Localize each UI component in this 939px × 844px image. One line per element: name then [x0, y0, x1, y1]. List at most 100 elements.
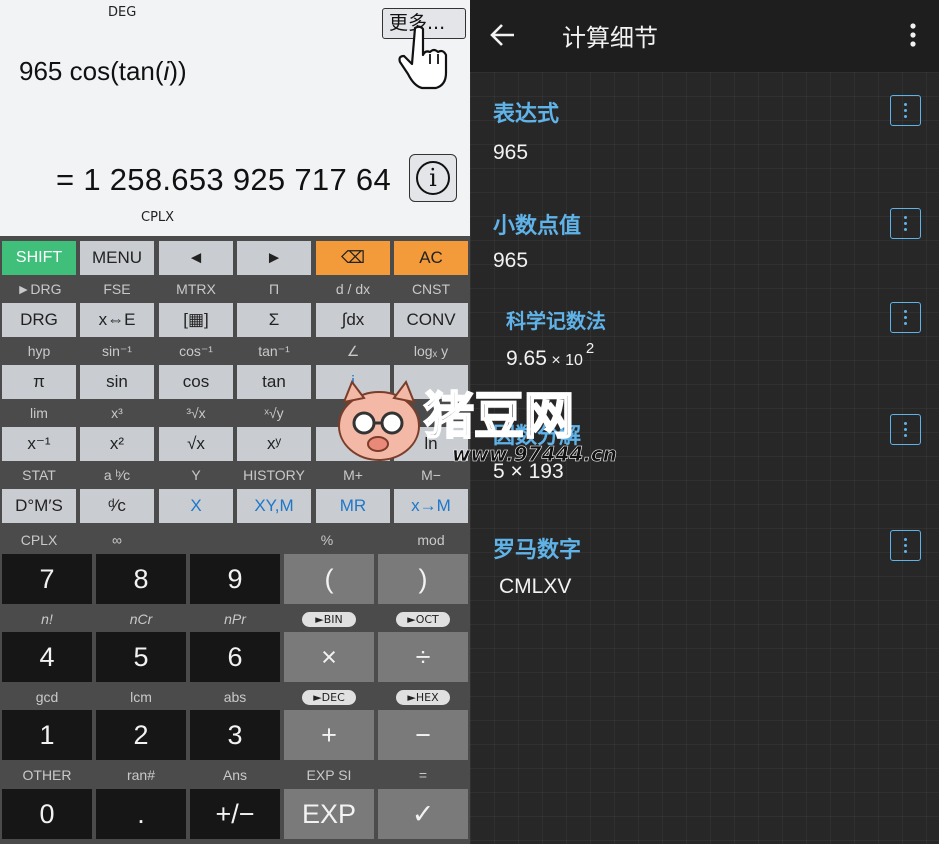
expression-text[interactable]: 965 cos(tan(i)): [19, 56, 187, 87]
key-num1-4[interactable]: ): [378, 554, 468, 604]
shift-label: STAT: [22, 467, 56, 483]
key-row5-3[interactable]: XY,M: [237, 489, 311, 523]
key-row5-4[interactable]: MR: [316, 489, 390, 523]
watermark-brand: 猪豆网: [423, 386, 575, 446]
shift-label: n!: [41, 611, 53, 627]
section-value-scientific: 9.65 × 102: [506, 340, 595, 370]
key-num3-4[interactable]: −: [378, 710, 468, 760]
section-menu-button[interactable]: [890, 414, 921, 445]
shift-label: nPr: [224, 611, 246, 627]
key-num3-2[interactable]: 3: [190, 710, 280, 760]
key-row2-4[interactable]: ∫dx: [316, 303, 390, 337]
section-menu-button[interactable]: [890, 208, 921, 239]
key-row2-1[interactable]: x⇔E: [80, 303, 154, 337]
info-button[interactable]: i: [409, 154, 457, 202]
shift-label: HISTORY: [243, 467, 305, 483]
key-row2-3[interactable]: Σ: [237, 303, 311, 337]
shift-label: OTHER: [22, 767, 72, 783]
key-num1-0[interactable]: 7: [2, 554, 92, 604]
key-num4-4[interactable]: ✓: [378, 789, 468, 839]
shift-label: logₓ y: [413, 343, 449, 359]
shift-label: M+: [343, 467, 363, 483]
key-row4-0[interactable]: x⁻¹: [2, 427, 76, 461]
shift-label: ∞: [112, 532, 122, 548]
key-num4-0[interactable]: 0: [2, 789, 92, 839]
pointing-hand-icon: [398, 25, 448, 90]
key-row3-2[interactable]: cos: [159, 365, 233, 399]
shift-label: CNST: [411, 281, 451, 297]
key-row1-5[interactable]: AC: [394, 241, 468, 275]
shift-label: ►HEX: [396, 690, 450, 705]
shift-label: nCr: [129, 611, 153, 627]
app-bar: 计算细节: [470, 0, 939, 72]
shift-label: ∠: [346, 343, 360, 359]
key-num1-1[interactable]: 8: [96, 554, 186, 604]
key-row3-1[interactable]: sin: [80, 365, 154, 399]
key-row5-5[interactable]: x→M: [394, 489, 468, 523]
section-menu-button[interactable]: [890, 95, 921, 126]
shift-label: ►DEC: [302, 690, 356, 705]
key-row1-1[interactable]: MENU: [80, 241, 154, 275]
section-title-expression: 表达式: [493, 102, 560, 127]
shift-label: EXP SI: [306, 767, 352, 783]
more-options-icon[interactable]: [910, 23, 916, 47]
shift-label: a ᵇ⁄c: [103, 467, 131, 483]
key-num2-0[interactable]: 4: [2, 632, 92, 682]
key-row1-2[interactable]: ◄: [159, 241, 233, 275]
shift-label: ►BIN: [302, 612, 356, 627]
key-num1-3[interactable]: (: [284, 554, 374, 604]
shift-label: cos⁻¹: [179, 343, 213, 359]
section-menu-button[interactable]: [890, 302, 921, 333]
shift-label: ►OCT: [396, 612, 450, 627]
key-row5-2[interactable]: X: [159, 489, 233, 523]
shift-label: M−: [421, 467, 441, 483]
shift-label: ►DRG: [16, 281, 62, 297]
section-menu-button[interactable]: [890, 530, 921, 561]
key-num1-2[interactable]: 9: [190, 554, 280, 604]
key-row2-5[interactable]: CONV: [394, 303, 468, 337]
key-row4-3[interactable]: xʸ: [237, 427, 311, 461]
key-row1-3[interactable]: ►: [237, 241, 311, 275]
key-num4-2[interactable]: +/−: [190, 789, 280, 839]
key-num4-3[interactable]: EXP: [284, 789, 374, 839]
key-num2-4[interactable]: ÷: [378, 632, 468, 682]
pig-logo-icon: [338, 379, 420, 461]
key-num4-1[interactable]: .: [96, 789, 186, 839]
watermark: 猪豆网 www.97444.cn: [334, 376, 617, 466]
key-row3-0[interactable]: π: [2, 365, 76, 399]
key-num3-1[interactable]: 2: [96, 710, 186, 760]
key-row2-0[interactable]: DRG: [2, 303, 76, 337]
key-num2-2[interactable]: 6: [190, 632, 280, 682]
calculator-display: DEG 965 cos(tan(i)) = 1 258.653 925 717 …: [0, 0, 470, 236]
shift-label: lim: [30, 405, 48, 421]
section-value-expression: 965: [493, 141, 529, 164]
key-row5-0[interactable]: D°M′S: [2, 489, 76, 523]
shift-label: Ans: [222, 767, 248, 783]
shift-label: ran#: [126, 767, 156, 783]
key-row4-2[interactable]: √x: [159, 427, 233, 461]
shift-label: Π: [268, 281, 280, 297]
shift-label: mod: [417, 532, 445, 548]
key-num3-3[interactable]: +: [284, 710, 374, 760]
key-num2-1[interactable]: 5: [96, 632, 186, 682]
shift-label: tan⁻¹: [258, 343, 290, 359]
key-row2-2[interactable]: [▦]: [159, 303, 233, 337]
key-row3-3[interactable]: tan: [237, 365, 311, 399]
shift-label: x³: [111, 405, 123, 421]
shift-label: MTRX: [176, 281, 216, 297]
key-row4-1[interactable]: x²: [80, 427, 154, 461]
shift-label: Y: [191, 467, 201, 483]
page-title: 计算细节: [562, 24, 658, 52]
key-row1-0[interactable]: SHIFT: [2, 241, 76, 275]
shift-label: ˣ√y: [264, 405, 284, 421]
key-row1-4[interactable]: ⌫: [316, 241, 390, 275]
section-title-scientific: 科学记数法: [506, 309, 606, 333]
back-arrow-icon[interactable]: [490, 22, 516, 48]
complex-mode-indicator: CPLX: [141, 210, 175, 225]
shift-label: gcd: [35, 689, 59, 705]
section-value-roman: CMLXV: [499, 575, 572, 598]
key-num2-3[interactable]: ×: [284, 632, 374, 682]
shift-label: %: [320, 532, 334, 548]
key-num3-0[interactable]: 1: [2, 710, 92, 760]
key-row5-1[interactable]: ᵈ⁄c: [80, 489, 154, 523]
